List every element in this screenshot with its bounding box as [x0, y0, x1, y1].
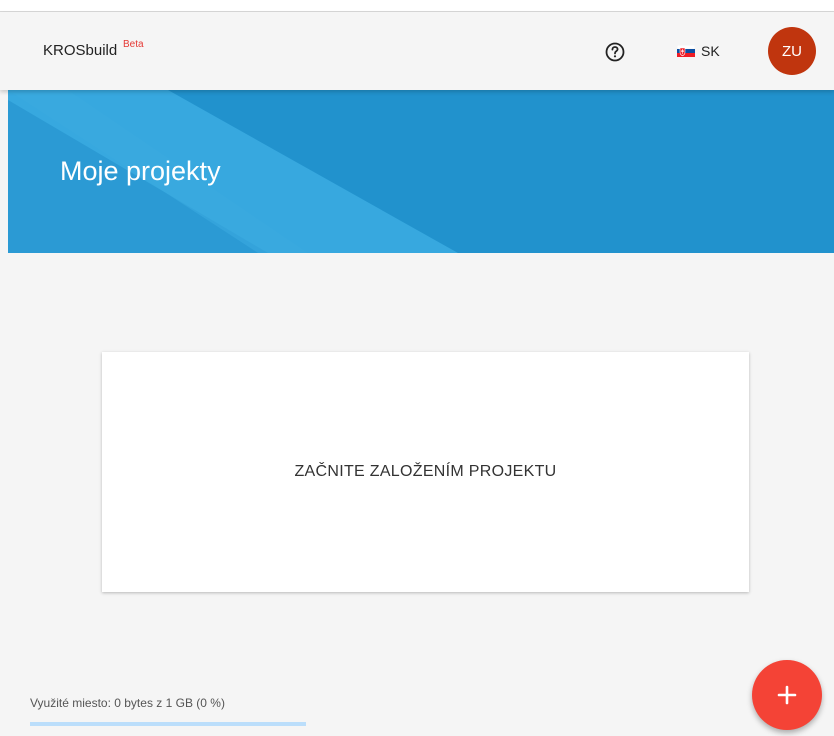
plus-icon	[777, 685, 797, 705]
page-banner: Moje projekty	[8, 90, 834, 253]
page-title: Moje projekty	[60, 156, 221, 186]
language-code: SK	[701, 43, 720, 59]
user-avatar[interactable]: ZU	[768, 27, 816, 75]
beta-badge: Beta	[123, 39, 144, 50]
slovakia-flag-icon	[677, 45, 695, 57]
add-project-button[interactable]	[752, 660, 822, 730]
window-top-edge	[0, 0, 834, 12]
app-header: KROSbuild Beta SK ZU	[0, 12, 834, 90]
user-initials: ZU	[782, 42, 802, 60]
empty-state-message: ZAČNITE ZALOŽENÍM PROJEKTU	[294, 463, 557, 480]
app-brand[interactable]: KROSbuild	[43, 42, 117, 59]
help-icon[interactable]	[605, 42, 625, 62]
language-selector[interactable]: SK	[677, 43, 720, 59]
empty-projects-card[interactable]: ZAČNITE ZALOŽENÍM PROJEKTU	[102, 352, 749, 592]
storage-usage-bar	[30, 722, 306, 726]
storage-usage-label: Využité miesto: 0 bytes z 1 GB (0 %)	[30, 696, 225, 710]
